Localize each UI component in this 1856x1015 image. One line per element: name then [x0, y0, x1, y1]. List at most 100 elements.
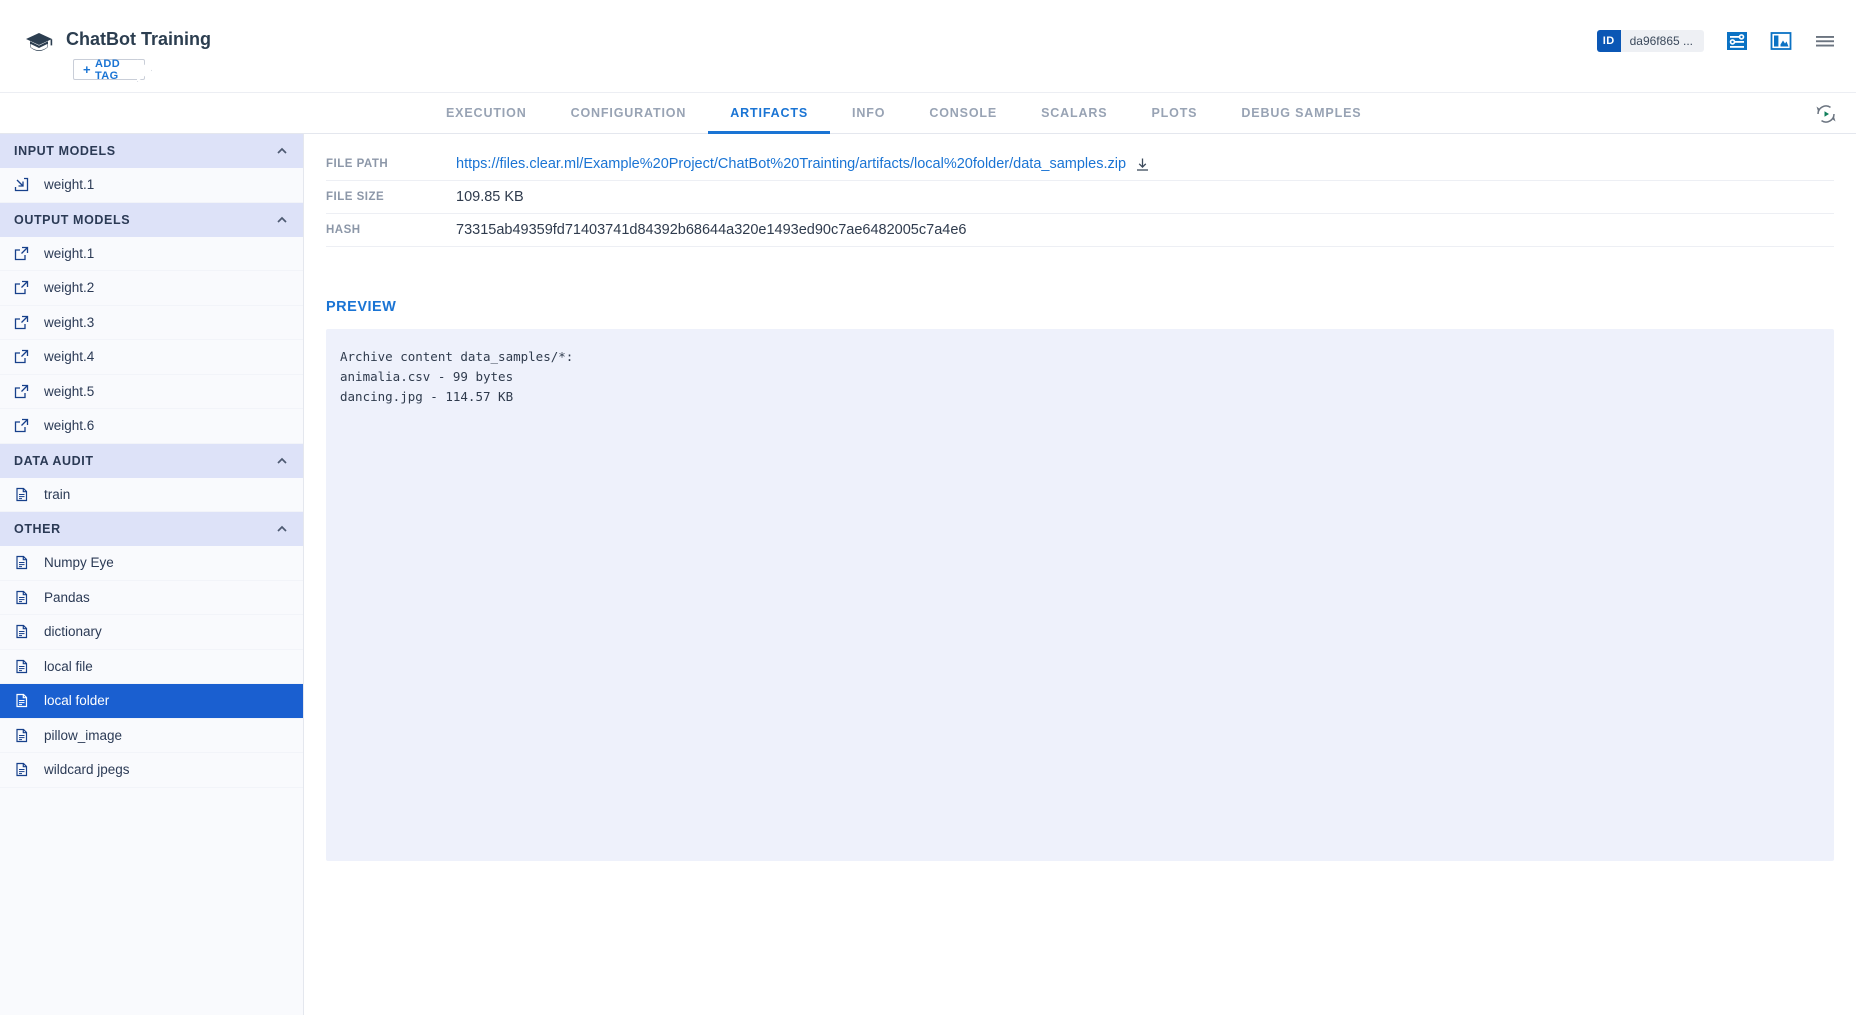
sidebar-group-label: INPUT MODELS [14, 144, 116, 158]
tab-info[interactable]: INFO [830, 93, 907, 133]
sidebar-group-label: OTHER [14, 522, 61, 536]
sidebar-group-other[interactable]: OTHER [0, 512, 303, 546]
sidebar-item-label: weight.1 [44, 246, 94, 261]
artifact-row-file-path: FILE PATH https://files.clear.ml/Example… [326, 148, 1834, 181]
tab-plots[interactable]: PLOTS [1129, 93, 1219, 133]
external-link-icon [14, 384, 29, 399]
add-tag-label: ADD TAG [95, 58, 131, 82]
sidebar-group-output-models[interactable]: OUTPUT MODELS [0, 203, 303, 237]
chevron-up-icon[interactable] [275, 522, 289, 536]
sidebar-item-label: train [44, 487, 70, 502]
external-link-icon [14, 418, 29, 433]
sidebar-group-label: OUTPUT MODELS [14, 213, 130, 227]
title-column: ChatBot Training + ADD TAG [66, 28, 211, 80]
external-link-icon [14, 315, 29, 330]
file-path-link[interactable]: https://files.clear.ml/Example%20Project… [456, 156, 1126, 172]
row-value: 109.85 KB [456, 189, 524, 205]
external-link-icon [14, 246, 29, 261]
header-right: ID da96f865 ... [1597, 30, 1836, 52]
sidebar-item-output-weight-6[interactable]: weight.6 [0, 409, 303, 444]
sidebar-item-local-folder[interactable]: local folder [0, 684, 303, 719]
artifact-meta-table: FILE PATH https://files.clear.ml/Example… [326, 148, 1834, 247]
document-icon [14, 590, 29, 605]
chevron-up-icon[interactable] [275, 454, 289, 468]
sidebar-item-local-file[interactable]: local file [0, 650, 303, 685]
sidebar-item-label: Pandas [44, 590, 90, 605]
sidebar-item-output-weight-3[interactable]: weight.3 [0, 306, 303, 341]
sidebar-item-label: weight.6 [44, 418, 94, 433]
document-icon [14, 555, 29, 570]
document-icon [14, 624, 29, 639]
sidebar-item-label: Numpy Eye [44, 555, 114, 570]
chevron-up-icon[interactable] [275, 144, 289, 158]
sidebar-group-data-audit[interactable]: DATA AUDIT [0, 444, 303, 478]
auto-refresh-icon[interactable] [1814, 102, 1838, 126]
row-label: FILE SIZE [326, 191, 456, 203]
sidebar-item-label: dictionary [44, 624, 102, 639]
tab-console[interactable]: CONSOLE [907, 93, 1019, 133]
hamburger-menu-icon[interactable] [1814, 30, 1836, 52]
document-icon [14, 693, 29, 708]
plus-icon: + [83, 63, 91, 76]
sidebar-item-label: weight.4 [44, 349, 94, 364]
download-icon[interactable] [1135, 157, 1150, 172]
tab-label: DEBUG SAMPLES [1241, 106, 1361, 120]
split-panel-icon[interactable] [1770, 30, 1792, 52]
sidebar-item-output-weight-2[interactable]: weight.2 [0, 271, 303, 306]
tab-configuration[interactable]: CONFIGURATION [549, 93, 709, 133]
row-label: FILE PATH [326, 158, 456, 170]
sidebar-item-label: weight.1 [44, 177, 94, 192]
row-label: HASH [326, 224, 456, 236]
tab-scalars[interactable]: SCALARS [1019, 93, 1129, 133]
sidebar-item-wildcard-jpegs[interactable]: wildcard jpegs [0, 753, 303, 788]
sidebar-item-label: weight.3 [44, 315, 94, 330]
import-icon [14, 177, 29, 192]
preview-content: Archive content data_samples/*: animalia… [340, 347, 1820, 407]
sidebar-item-output-weight-4[interactable]: weight.4 [0, 340, 303, 375]
task-id-badge[interactable]: ID da96f865 ... [1597, 30, 1704, 52]
chevron-up-icon[interactable] [275, 213, 289, 227]
artifact-row-file-size: FILE SIZE 109.85 KB [326, 181, 1834, 214]
add-tag-button[interactable]: + ADD TAG [73, 59, 145, 80]
document-icon [14, 762, 29, 777]
row-value: https://files.clear.ml/Example%20Project… [456, 156, 1150, 172]
sidebar-item-dictionary[interactable]: dictionary [0, 615, 303, 650]
header-left: ChatBot Training + ADD TAG [24, 28, 211, 80]
artifacts-sidebar[interactable]: INPUT MODELS weight.1 OUTPUT MODELS weig… [0, 134, 304, 1015]
tab-label: CONFIGURATION [571, 106, 687, 120]
preview-section-title: PREVIEW [326, 299, 1834, 315]
sidebar-group-label: DATA AUDIT [14, 454, 94, 468]
tab-label: PLOTS [1151, 106, 1197, 120]
sidebar-item-label: local file [44, 659, 93, 674]
document-icon [14, 487, 29, 502]
sidebar-item-output-weight-5[interactable]: weight.5 [0, 375, 303, 410]
page-title: ChatBot Training [66, 28, 211, 50]
sidebar-item-output-weight-1[interactable]: weight.1 [0, 237, 303, 272]
sidebar-item-train[interactable]: train [0, 478, 303, 513]
sidebar-item-label: pillow_image [44, 728, 122, 743]
task-details-icon[interactable] [1726, 30, 1748, 52]
external-link-icon [14, 349, 29, 364]
tab-debug-samples[interactable]: DEBUG SAMPLES [1219, 93, 1383, 133]
artifact-detail-panel: FILE PATH https://files.clear.ml/Example… [304, 134, 1856, 1015]
tab-bar: EXECUTION CONFIGURATION ARTIFACTS INFO C… [0, 93, 1856, 134]
sidebar-item-label: weight.2 [44, 280, 94, 295]
sidebar-item-numpy-eye[interactable]: Numpy Eye [0, 546, 303, 581]
tab-label: SCALARS [1041, 106, 1107, 120]
sidebar-group-input-models[interactable]: INPUT MODELS [0, 134, 303, 168]
sidebar-item-pandas[interactable]: Pandas [0, 581, 303, 616]
sidebar-item-label: wildcard jpegs [44, 762, 130, 777]
row-value: 73315ab49359fd71403741d84392b68644a320e1… [456, 222, 966, 238]
id-value: da96f865 ... [1621, 34, 1704, 48]
tab-label: CONSOLE [929, 106, 997, 120]
tab-label: EXECUTION [446, 106, 527, 120]
sidebar-item-input-weight-1[interactable]: weight.1 [0, 168, 303, 203]
preview-panel: Archive content data_samples/*: animalia… [326, 329, 1834, 861]
external-link-icon [14, 280, 29, 295]
sidebar-item-pillow-image[interactable]: pillow_image [0, 719, 303, 754]
sidebar-item-label: weight.5 [44, 384, 94, 399]
tab-execution[interactable]: EXECUTION [424, 93, 549, 133]
tab-artifacts[interactable]: ARTIFACTS [708, 93, 830, 133]
graduation-cap-icon [24, 28, 54, 58]
document-icon [14, 659, 29, 674]
